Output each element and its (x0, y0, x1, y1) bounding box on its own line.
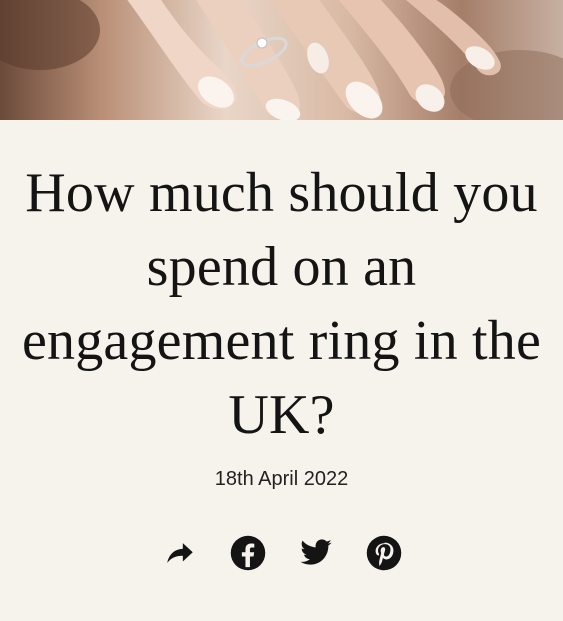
article-date: 18th April 2022 (214, 468, 349, 490)
article-header: How much should you spend on an engageme… (0, 120, 563, 621)
pinterest-share-button[interactable] (365, 534, 403, 572)
hand-ring-illustration (0, 0, 563, 120)
pinterest-icon (366, 535, 401, 571)
facebook-icon (230, 535, 265, 571)
hero-image (0, 0, 563, 120)
share-button[interactable] (161, 534, 199, 572)
twitter-share-button[interactable] (297, 534, 335, 572)
twitter-icon (299, 539, 332, 565)
article-title: How much should you spend on an engageme… (21, 162, 542, 446)
share-bar (0, 534, 563, 572)
share-arrow-icon (166, 543, 193, 563)
facebook-share-button[interactable] (229, 534, 267, 572)
